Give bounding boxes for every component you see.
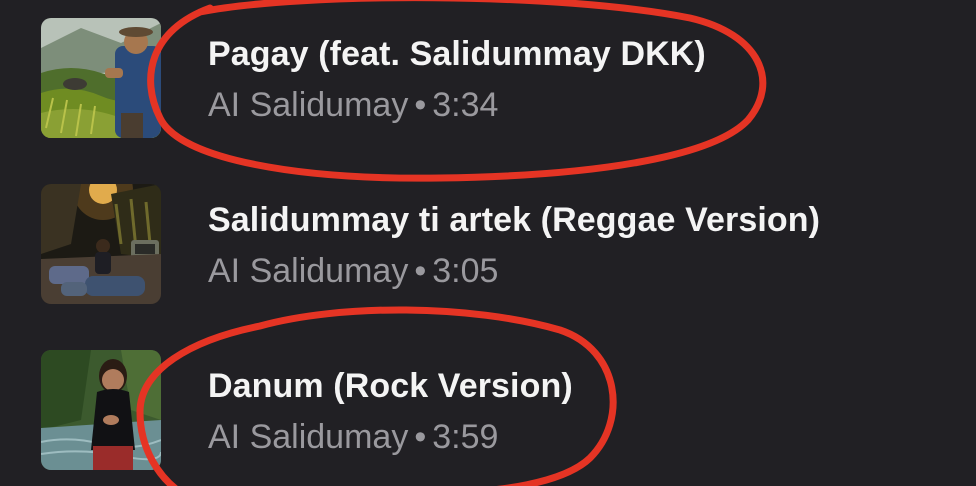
river-singer-thumbnail-icon <box>41 350 161 470</box>
track-artist: AI Salidumay <box>208 418 409 456</box>
track-title: Salidummay ti artek (Reggae Version) <box>208 201 821 239</box>
track-subtitle: AI Salidumay • 3:59 <box>208 418 498 457</box>
track-row-pagay[interactable]: Pagay (feat. Salidummay DKK) AI Saliduma… <box>0 10 976 150</box>
track-title: Pagay (feat. Salidummay DKK) <box>208 35 706 73</box>
track-artist: AI Salidumay <box>208 86 409 124</box>
track-duration: 3:59 <box>432 418 499 456</box>
track-duration: 3:34 <box>432 86 499 124</box>
track-row-danum[interactable]: Danum (Rock Version) AI Salidumay • 3:59 <box>0 342 976 482</box>
track-thumbnail <box>41 350 161 470</box>
separator-dot: • <box>414 252 427 290</box>
track-thumbnail <box>41 18 161 138</box>
separator-dot: • <box>414 418 427 456</box>
rice-terrace-farmer-thumbnail-icon <box>41 18 161 138</box>
track-artist: AI Salidumay <box>208 252 409 290</box>
track-duration: 3:05 <box>432 252 499 290</box>
track-title: Danum (Rock Version) <box>208 367 573 405</box>
separator-dot: • <box>414 86 427 124</box>
track-subtitle: AI Salidumay • 3:34 <box>208 86 498 125</box>
track-thumbnail <box>41 184 161 304</box>
night-street-band-thumbnail-icon <box>41 184 161 304</box>
track-list: Pagay (feat. Salidummay DKK) AI Saliduma… <box>0 0 976 486</box>
track-row-salidummay-ti-artek[interactable]: Salidummay ti artek (Reggae Version) AI … <box>0 176 976 316</box>
track-subtitle: AI Salidumay • 3:05 <box>208 252 498 291</box>
